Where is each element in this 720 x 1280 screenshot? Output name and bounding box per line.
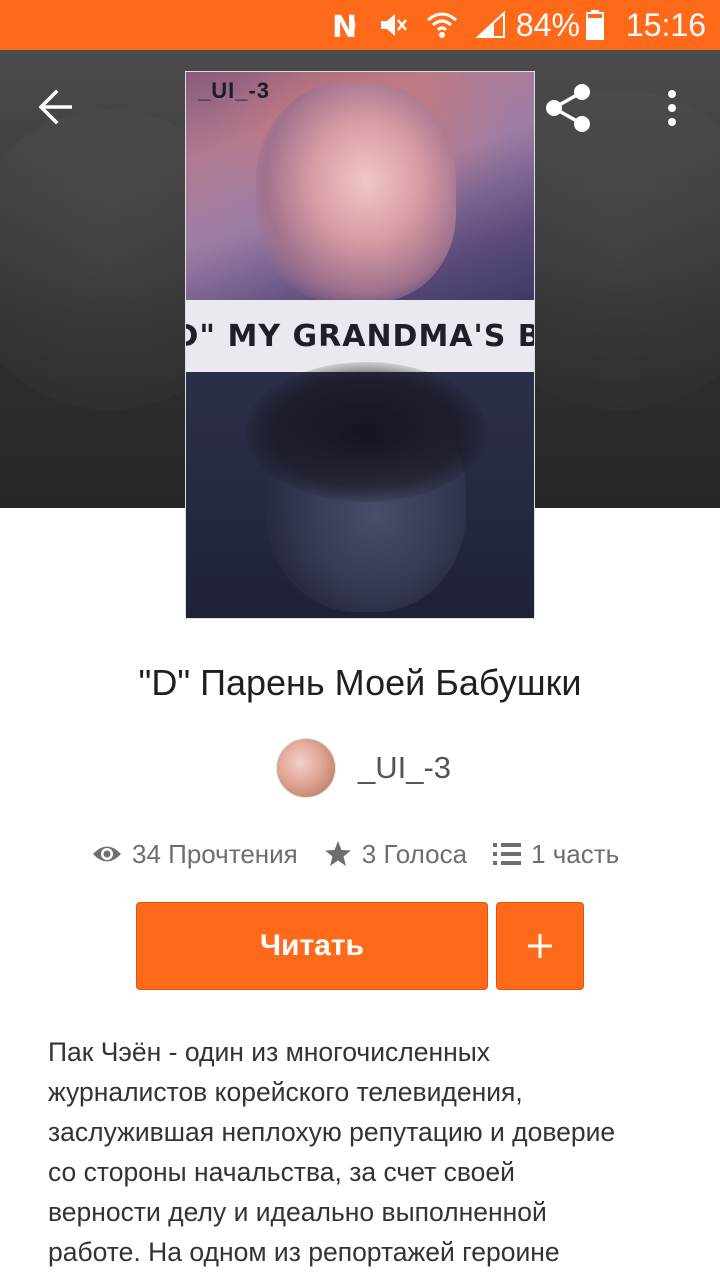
battery-icon [585, 10, 604, 40]
more-options-button[interactable] [650, 78, 694, 138]
parts-stat: 1 часть [493, 839, 619, 870]
wifi-icon [426, 11, 458, 39]
description-line: верности делу и идеально выполненной [48, 1197, 547, 1227]
battery-percent: 84% [515, 6, 580, 43]
story-title: "D" Парень Моей Бабушки [138, 662, 582, 703]
story-stats: 34 Прочтения 3 Голоса 1 часть [92, 834, 645, 874]
star-icon [324, 840, 352, 868]
eye-icon [92, 843, 122, 865]
cover-face [256, 82, 456, 302]
description-line: Пак Чэён - один из многочисленных [48, 1037, 491, 1067]
description-line: заслужившая неплохую репутацию и доверие [48, 1117, 616, 1147]
share-icon [546, 84, 590, 132]
read-button[interactable]: Читать [136, 902, 488, 990]
cover-bottom-image [186, 362, 534, 618]
share-button[interactable] [538, 78, 598, 138]
list-icon [493, 842, 522, 866]
votes-count: 3 Голоса [361, 838, 468, 869]
votes-stat: 3 Голоса [324, 839, 467, 870]
nfc-icon: N [330, 9, 360, 41]
author-avatar [276, 738, 336, 798]
cover-hair-bottom [246, 362, 486, 502]
story-description: Пак Чэён - один из многочисленных журнал… [48, 1032, 668, 1272]
cover-author-tag: _UI_-3 [198, 78, 271, 103]
more-vertical-icon [668, 90, 676, 126]
plus-icon [528, 934, 552, 958]
description-line: со стороны начальства, за счет своей [48, 1157, 515, 1187]
parts-count: 1 часть [531, 838, 620, 869]
author-link[interactable]: _UI_-3 [276, 738, 451, 798]
cover-title-text: "D" MY GRANDMA'S BF [186, 318, 534, 354]
clock: 15:16 [625, 6, 706, 43]
story-cover[interactable]: _UI_-3 "D" MY GRANDMA'S BF [185, 71, 535, 619]
add-to-library-button[interactable] [496, 902, 584, 990]
signal-icon [475, 11, 506, 39]
author-name: _UI_-3 [358, 750, 452, 785]
arrow-left-icon [38, 89, 72, 125]
description-line: работе. На одном из репортажей героине [48, 1237, 560, 1267]
cover-top-image: _UI_-3 [186, 72, 534, 302]
description-line: журналистов корейского телевидения, [48, 1077, 523, 1107]
back-button[interactable] [20, 80, 92, 134]
reads-stat: 34 Прочтения [92, 839, 298, 870]
status-bar: N 84% 15:16 [0, 0, 720, 50]
mute-icon [378, 10, 408, 40]
reads-count: 34 Прочтения [132, 838, 298, 869]
